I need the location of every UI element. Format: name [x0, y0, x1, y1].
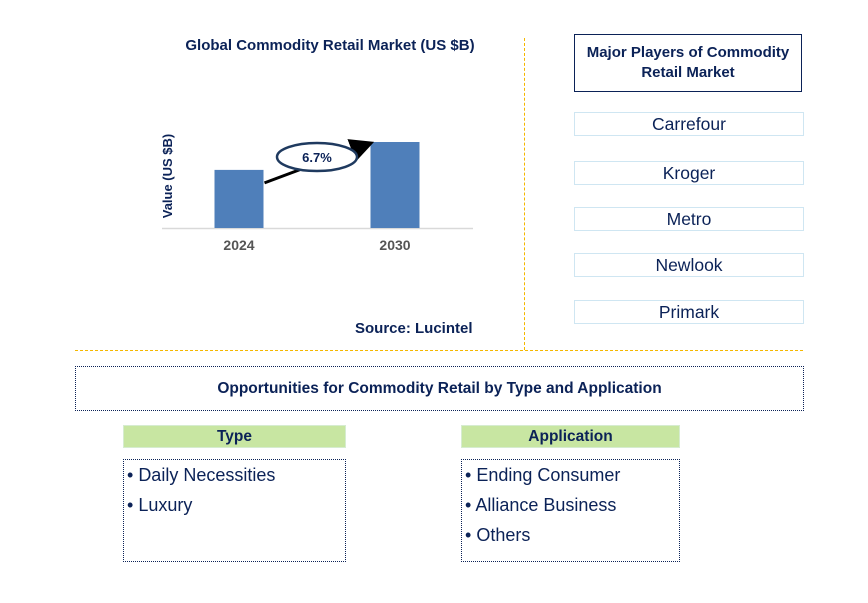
application-item: Others: [462, 520, 679, 550]
x-tick-label: 2024: [223, 237, 254, 253]
y-axis-label: Value (US $B): [160, 134, 175, 219]
application-item: Alliance Business: [462, 490, 679, 520]
player-item: Metro: [574, 207, 804, 231]
player-item: Primark: [574, 300, 804, 324]
application-list: Ending Consumer Alliance Business Others: [461, 459, 680, 562]
bar-2024: [214, 169, 264, 228]
opportunities-title: Opportunities for Commodity Retail by Ty…: [75, 366, 804, 411]
type-list: Daily Necessities Luxury: [123, 459, 346, 562]
player-item: Carrefour: [574, 112, 804, 136]
bar-chart: Value (US $B) 2024 2030 6.7%: [160, 134, 473, 253]
type-item: Daily Necessities: [124, 460, 345, 490]
players-title: Major Players of Commodity Retail Market: [574, 34, 802, 92]
cagr-label: 6.7%: [302, 150, 332, 165]
application-item: Ending Consumer: [462, 460, 679, 490]
x-tick-label: 2030: [379, 237, 410, 253]
vertical-divider: [524, 38, 525, 350]
type-header: Type: [123, 425, 346, 448]
player-item: Newlook: [574, 253, 804, 277]
bar-2030: [370, 142, 420, 228]
player-item: Kroger: [574, 161, 804, 185]
application-header: Application: [461, 425, 680, 448]
type-item: Luxury: [124, 490, 345, 520]
horizontal-divider: [75, 350, 803, 351]
chart-title: Global Commodity Retail Market (US $B): [185, 37, 475, 54]
source-label: Source: Lucintel: [355, 320, 473, 337]
